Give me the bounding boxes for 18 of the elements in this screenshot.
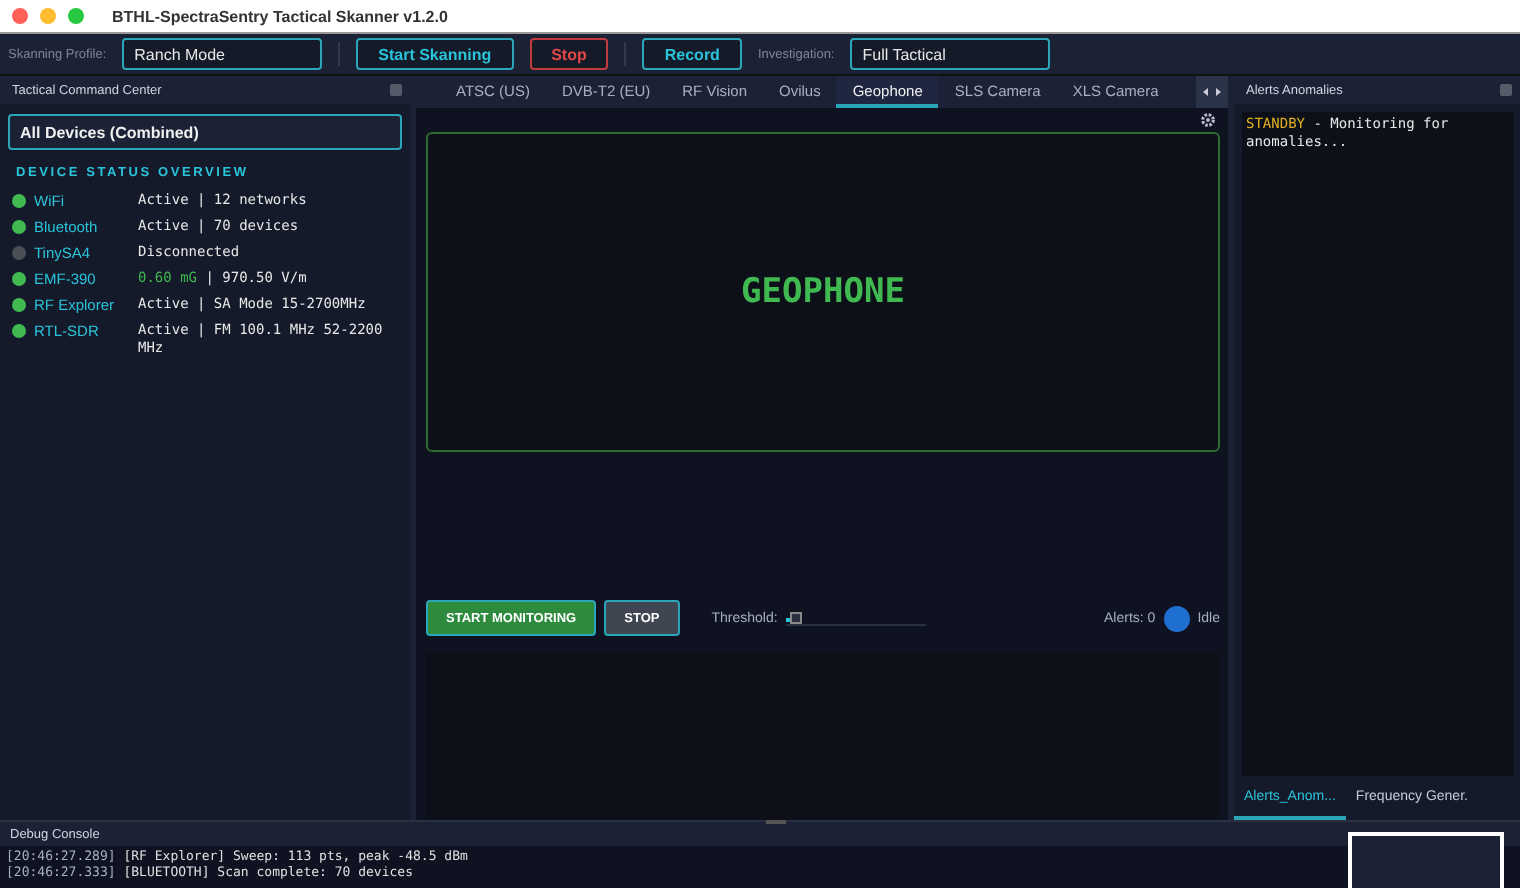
threshold-slider[interactable] — [785, 611, 926, 625]
device-dropdown[interactable]: All Devices (Combined) — [8, 114, 402, 150]
record-button[interactable]: Record — [642, 38, 742, 70]
status-indicator — [1163, 605, 1190, 631]
investigation-field[interactable]: Full Tactical — [850, 38, 1051, 70]
stop-button[interactable]: Stop — [529, 38, 609, 70]
settings-icon[interactable] — [1200, 112, 1216, 128]
tab-scroll-arrows-icon[interactable] — [1196, 76, 1228, 108]
screenshot-thumbnail[interactable] — [1348, 832, 1504, 888]
profile-field[interactable]: Ranch Mode — [122, 38, 323, 70]
window-title: BTHL-SpectraSentry Tactical Skanner v1.2.0 — [112, 7, 448, 25]
zoom-button[interactable] — [68, 8, 84, 24]
undock-icon[interactable] — [1500, 84, 1512, 96]
close-button[interactable] — [12, 8, 28, 24]
minimize-button[interactable] — [40, 8, 56, 24]
display-label: GEOPHONE — [741, 272, 905, 312]
start-button[interactable]: Start Skanning — [356, 38, 514, 70]
undock-icon[interactable] — [390, 84, 402, 96]
